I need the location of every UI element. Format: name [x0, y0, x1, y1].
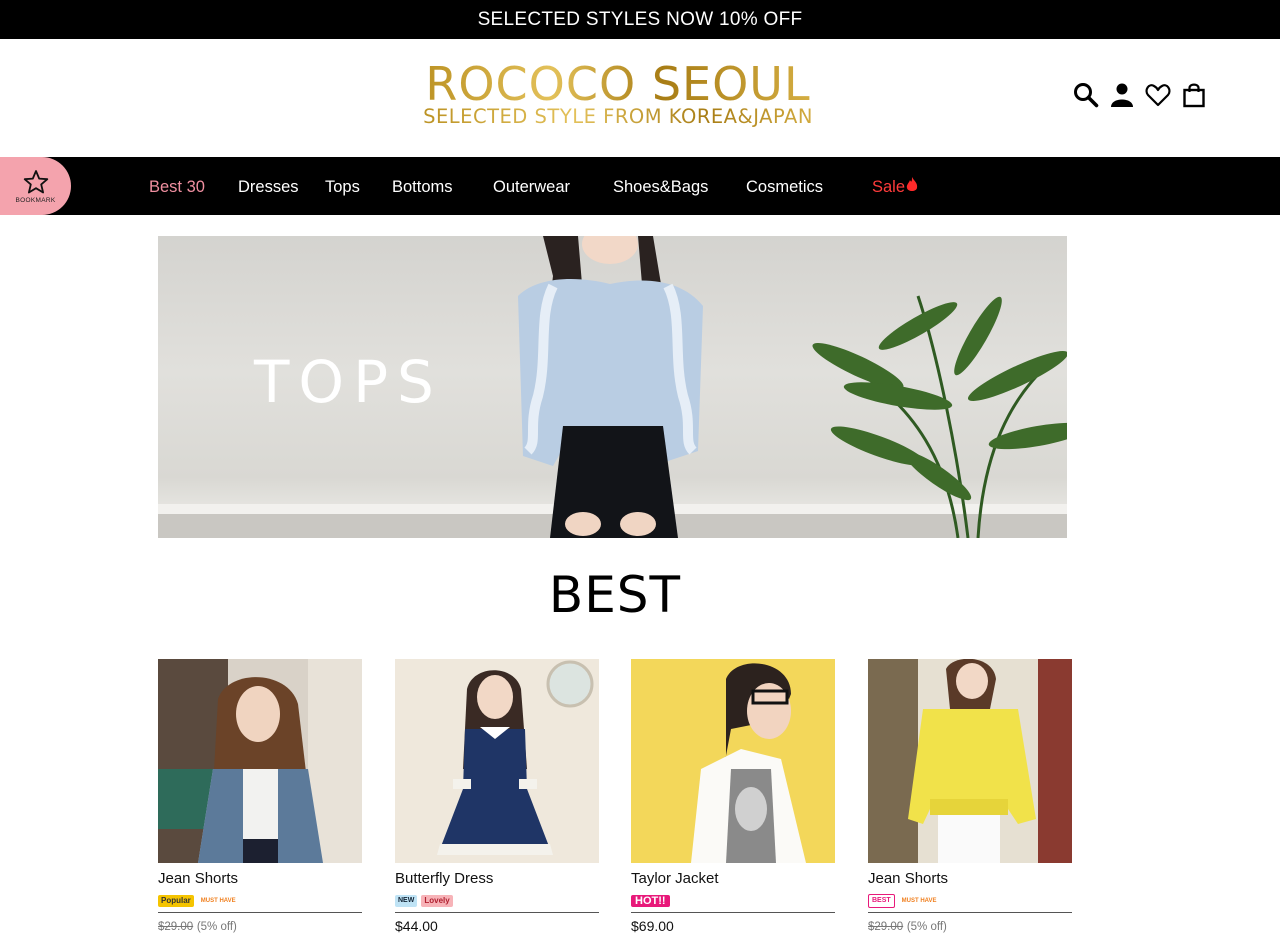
category-banner[interactable]: TOPS	[158, 236, 1067, 538]
shopping-bag-icon[interactable]	[1180, 81, 1208, 109]
sale-label: Sale	[872, 178, 906, 196]
old-price: $29.00	[868, 921, 904, 933]
nav-item-bottoms[interactable]: Bottoms	[392, 157, 453, 215]
nav-item-sale[interactable]: Sale	[872, 157, 918, 215]
price-value: $69.00	[631, 918, 674, 934]
site-header: ROCOCO SEOUL SELECTED STYLE FROM KOREA&J…	[0, 39, 1280, 157]
product-name[interactable]: Taylor Jacket	[631, 870, 835, 887]
divider	[868, 912, 1072, 913]
product-card[interactable]: Jean Shorts BEST MUST HAVE $29.00 (5% of…	[868, 659, 1072, 933]
badge-popular: Popular	[158, 895, 194, 907]
header-icons	[1072, 81, 1208, 109]
discount-text: (5% off)	[196, 921, 237, 933]
nav-item-dresses[interactable]: Dresses	[238, 157, 299, 215]
logo-title: ROCOCO SEOUL	[398, 57, 838, 111]
badge-best: BEST	[868, 894, 895, 908]
badge-lovely: Lovely	[421, 895, 453, 907]
product-card[interactable]: Taylor Jacket HOT!! $69.00	[631, 659, 835, 934]
badge-hot: HOT!!	[631, 895, 670, 907]
product-name[interactable]: Jean Shorts	[868, 870, 1072, 887]
divider	[158, 912, 362, 913]
product-card[interactable]: Jean Shorts Popular MUST HAVE $29.00 (5%…	[158, 659, 362, 933]
product-price: $29.00 (5% off)	[158, 918, 362, 933]
badge-must-have: MUST HAVE	[200, 898, 236, 904]
product-price: $29.00 (5% off)	[868, 918, 1072, 933]
old-price: $29.00	[158, 921, 194, 933]
product-price: $44.00	[395, 918, 599, 934]
product-badges: Popular MUST HAVE	[158, 894, 362, 908]
discount-text: (5% off)	[906, 921, 947, 933]
main-nav: Best 30 Dresses Tops Bottoms Outerwear S…	[0, 157, 1280, 215]
nav-item-cosmetics[interactable]: Cosmetics	[746, 157, 823, 215]
account-icon[interactable]	[1108, 81, 1136, 109]
banner-title: TOPS	[254, 348, 443, 416]
divider	[631, 912, 835, 913]
logo-subtitle: SELECTED STYLE FROM KOREA&JAPAN	[398, 107, 838, 127]
wishlist-heart-icon[interactable]	[1144, 81, 1172, 109]
nav-item-best-30[interactable]: Best 30	[149, 157, 205, 215]
search-icon[interactable]	[1072, 81, 1100, 109]
badge-must-have: MUST HAVE	[901, 898, 937, 904]
product-price: $69.00	[631, 918, 835, 934]
product-badges: BEST MUST HAVE	[868, 894, 1072, 908]
product-badges: NEW Lovely	[395, 894, 599, 908]
product-image[interactable]	[868, 659, 1072, 863]
product-badges: HOT!!	[631, 894, 835, 908]
badge-new: NEW	[395, 895, 418, 907]
star-icon	[23, 169, 48, 193]
product-card[interactable]: Butterfly Dress NEW Lovely $44.00	[395, 659, 599, 934]
promo-text: SELECTED STYLES NOW 10% OFF	[477, 8, 803, 30]
site-logo[interactable]: ROCOCO SEOUL SELECTED STYLE FROM KOREA&J…	[398, 57, 838, 127]
product-image[interactable]	[631, 659, 835, 863]
nav-item-tops[interactable]: Tops	[325, 157, 360, 215]
best-heading: BEST	[548, 566, 682, 624]
nav-item-outerwear[interactable]: Outerwear	[493, 157, 570, 215]
flame-icon	[906, 177, 918, 191]
nav-item-shoes-bags[interactable]: Shoes&Bags	[613, 157, 708, 215]
bookmark-button[interactable]: BOOKMARK	[0, 157, 71, 215]
product-image[interactable]	[395, 659, 599, 863]
promo-bar: SELECTED STYLES NOW 10% OFF	[0, 0, 1280, 39]
product-name[interactable]: Jean Shorts	[158, 870, 362, 887]
price-value: $44.00	[395, 918, 438, 934]
product-image[interactable]	[158, 659, 362, 863]
divider	[395, 912, 599, 913]
product-name[interactable]: Butterfly Dress	[395, 870, 599, 887]
bookmark-label: BOOKMARK	[15, 196, 56, 204]
